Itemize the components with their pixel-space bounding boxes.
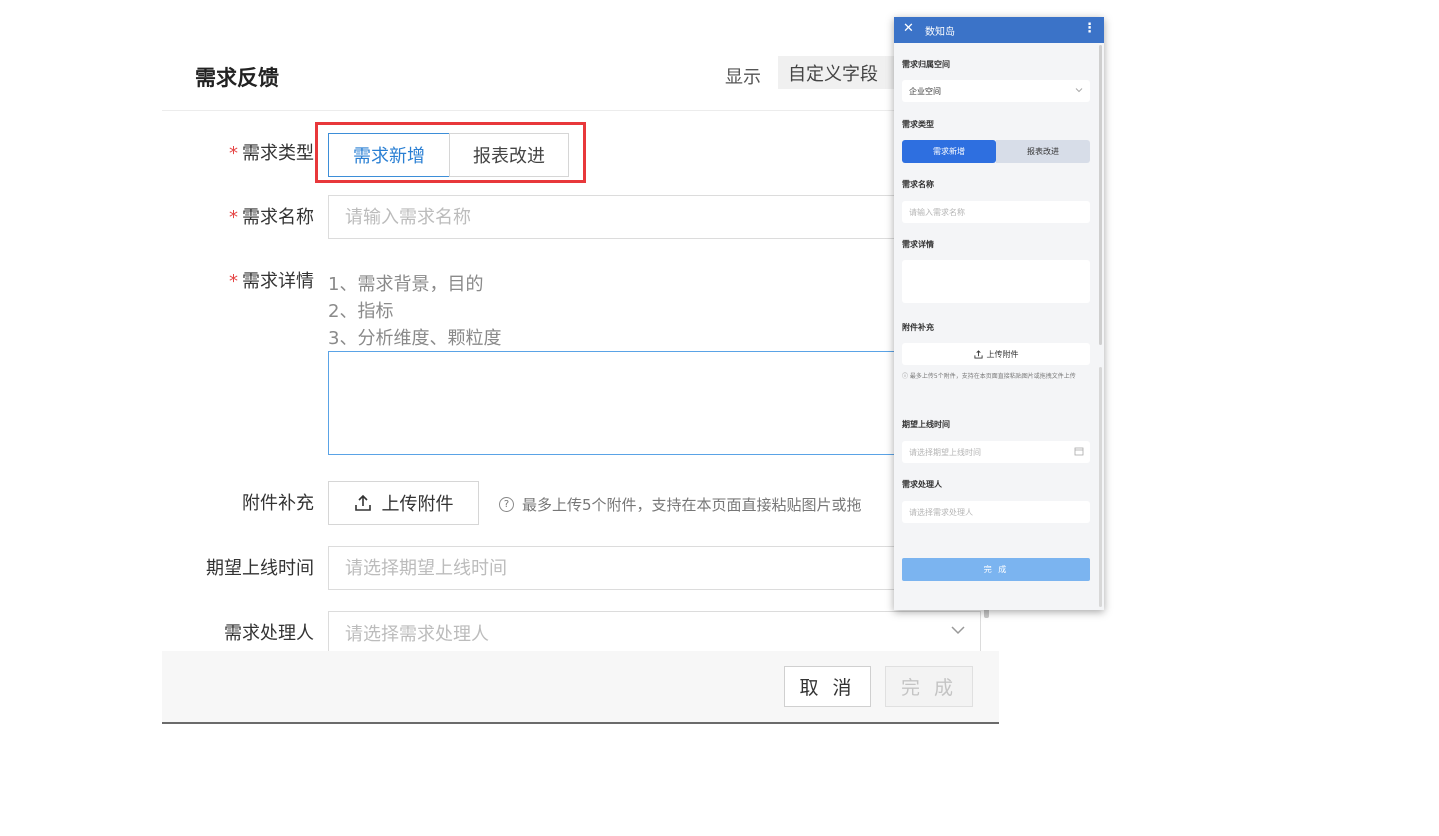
mobile-type-option-new[interactable]: 需求新增 [902, 140, 996, 163]
mobile-type-label: 需求类型 [902, 120, 934, 129]
detail-hint-2: 2、指标 [328, 301, 394, 322]
chevron-down-icon [951, 626, 965, 635]
name-label: * 需求名称 [162, 206, 314, 230]
handler-placeholder: 请选择需求处理人 [345, 624, 489, 645]
done-button[interactable]: 完 成 [885, 666, 973, 707]
mobile-date-label: 期望上线时间 [902, 420, 950, 429]
custom-fields-button[interactable]: 自定义字段 [778, 56, 896, 89]
mobile-detail-label: 需求详情 [902, 240, 934, 249]
mobile-space-value: 企业空间 [909, 86, 941, 96]
mobile-upload-button[interactable]: 上传附件 [902, 343, 1090, 365]
required-mark: * [229, 271, 238, 292]
more-vertical-icon[interactable]: ⋮ [1083, 21, 1096, 36]
mobile-type-option-improve[interactable]: 报表改进 [996, 140, 1090, 163]
upload-button[interactable]: 上传附件 [328, 481, 479, 525]
mobile-app-title: 数知岛 [925, 27, 955, 38]
upload-button-label: 上传附件 [381, 494, 454, 515]
mobile-space-select[interactable]: 企业空间 [902, 80, 1090, 102]
mobile-scrollbar[interactable] [1099, 45, 1102, 345]
mobile-date-input[interactable]: 请选择期望上线时间 [902, 441, 1090, 463]
close-icon[interactable]: ✕ [903, 21, 914, 36]
name-label-text: 需求名称 [242, 207, 314, 228]
show-label: 显示 [725, 67, 761, 88]
mobile-header: ✕ 数知岛 ⋮ [894, 17, 1104, 43]
mobile-name-input[interactable]: 请输入需求名称 [902, 201, 1090, 223]
detail-label-text: 需求详情 [242, 271, 314, 292]
mobile-upload-note: ⓘ 最多上传5个附件，支持在本页面直接粘贴图片或拖拽文件上传 [902, 369, 1090, 385]
mobile-done-button[interactable]: 完 成 [902, 558, 1090, 581]
detail-label: * 需求详情 [162, 270, 314, 294]
mobile-attach-label: 附件补充 [902, 323, 934, 332]
mobile-upload-label: 上传附件 [986, 349, 1019, 359]
type-option-improve[interactable]: 报表改进 [449, 133, 569, 177]
calendar-icon [1074, 447, 1084, 456]
requirement-form-card: 需求反馈 显示 自定义字段 *需求类型 需求新增 报表改进 *需求名称 *需求详… [162, 38, 999, 724]
mobile-scrollbar-track [1099, 367, 1102, 607]
date-label: 期望上线时间 [206, 558, 314, 579]
page-title: 需求反馈 [195, 66, 279, 90]
attach-label: 附件补充 [242, 493, 314, 514]
mobile-preview: ✕ 数知岛 ⋮ 需求归属空间 企业空间 需求类型 需求新增 报表改进 需求名称 … [894, 17, 1104, 610]
type-highlight-box: 需求新增 报表改进 [315, 122, 586, 183]
mobile-handler-label: 需求处理人 [902, 480, 942, 489]
mobile-name-label: 需求名称 [902, 180, 934, 189]
handler-select[interactable]: 请选择需求处理人 [328, 611, 981, 655]
type-label: * 需求类型 [162, 142, 314, 166]
mobile-date-placeholder: 请选择期望上线时间 [909, 447, 981, 457]
upload-note: ? 最多上传5个附件，支持在本页面直接粘贴图片或拖 [499, 494, 862, 515]
required-mark: * [229, 207, 238, 228]
detail-hint-1: 1、需求背景，目的 [328, 274, 484, 295]
help-circle-icon: ? [499, 497, 514, 512]
detail-hint-3: 3、分析维度、颗粒度 [328, 328, 502, 349]
type-option-new[interactable]: 需求新增 [328, 133, 450, 177]
help-circle-icon: ⓘ [902, 373, 910, 380]
mobile-detail-textarea[interactable] [902, 260, 1090, 303]
upload-note-text: 最多上传5个附件，支持在本页面直接粘贴图片或拖 [522, 496, 862, 514]
mobile-space-label: 需求归属空间 [902, 60, 950, 69]
type-label-text: 需求类型 [242, 143, 314, 164]
title-divider [162, 110, 999, 111]
screen: 需求反馈 显示 自定义字段 *需求类型 需求新增 报表改进 *需求名称 *需求详… [0, 0, 1439, 836]
form-footer: 取 消 完 成 [162, 651, 999, 722]
upload-icon [354, 494, 371, 511]
upload-icon [973, 349, 983, 359]
cancel-button[interactable]: 取 消 [784, 666, 871, 707]
mobile-handler-select[interactable]: 请选择需求处理人 [902, 501, 1090, 523]
chevron-down-icon [1075, 88, 1083, 93]
required-mark: * [229, 143, 238, 164]
mobile-upload-note-text: 最多上传5个附件，支持在本页面直接粘贴图片或拖拽文件上传 [909, 373, 1076, 380]
handler-label: 需求处理人 [224, 623, 314, 644]
